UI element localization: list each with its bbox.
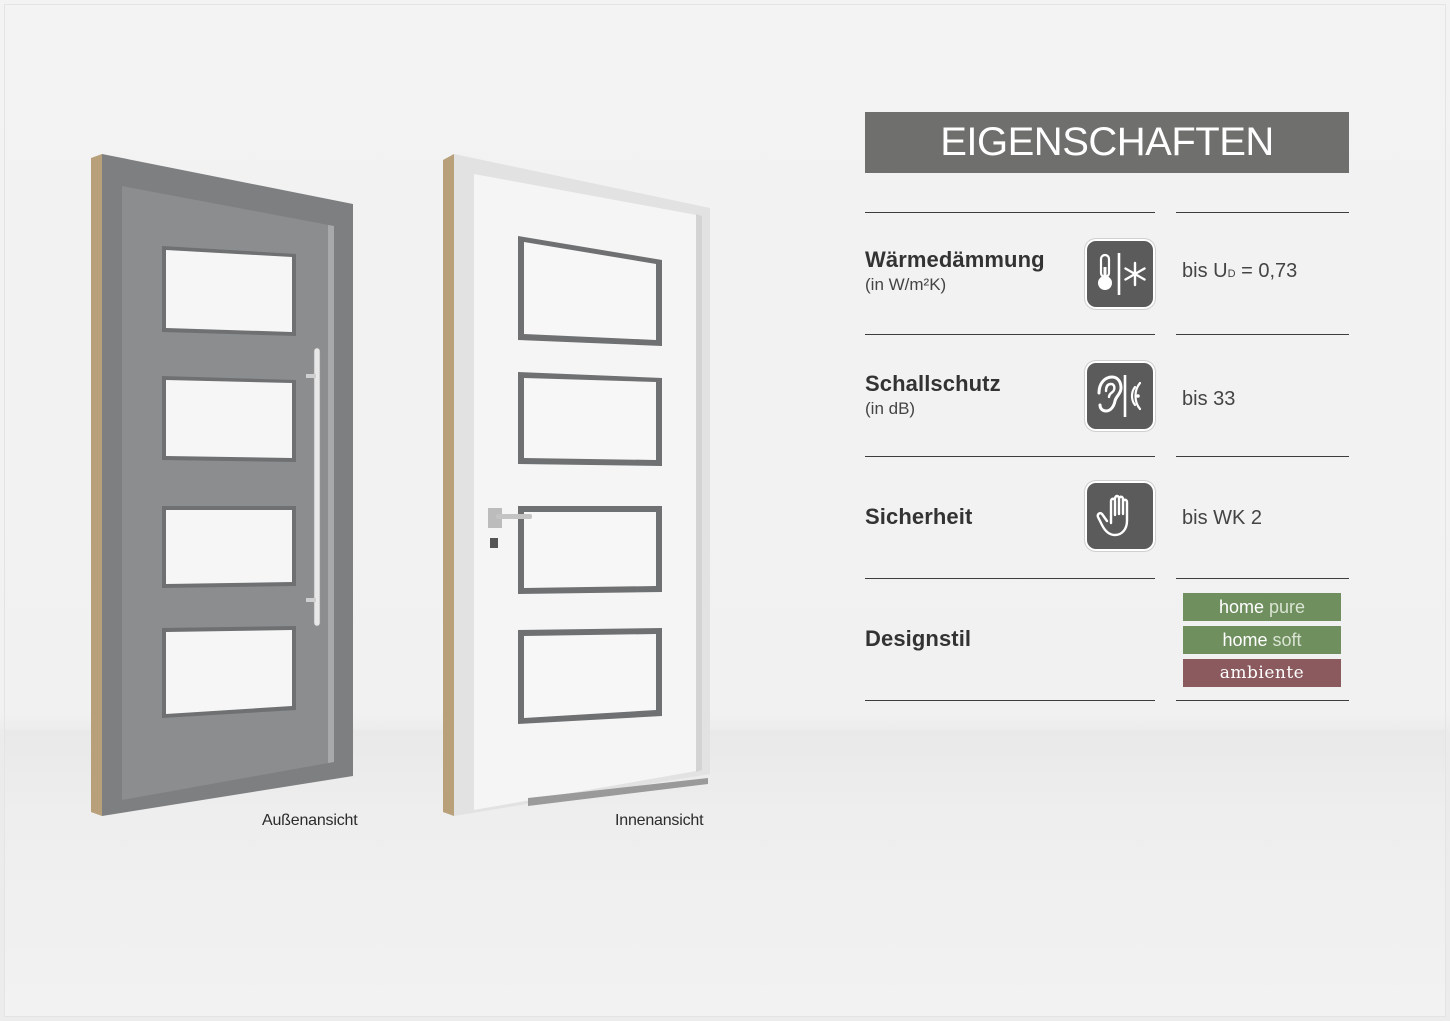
- divider: [1176, 334, 1349, 335]
- divider: [865, 456, 1155, 457]
- design-badge-home-pure: home pure: [1183, 593, 1341, 621]
- badge-main: ambiente: [1219, 663, 1305, 683]
- property-label-sound: Schallschutz: [865, 371, 1001, 396]
- divider: [865, 578, 1155, 579]
- divider: [865, 334, 1155, 335]
- divider: [865, 212, 1155, 213]
- property-value-sound: bis 33: [1182, 388, 1236, 410]
- badge-main: home: [1222, 629, 1268, 650]
- property-label-design: Designstil: [865, 626, 972, 651]
- badge-sub: pure: [1269, 596, 1306, 617]
- design-badge-home-soft: home soft: [1183, 626, 1341, 654]
- properties-header: EIGENSCHAFTEN: [865, 112, 1349, 173]
- door-inside-image: [443, 154, 710, 816]
- badge-sub: soft: [1272, 629, 1302, 650]
- header-title: EIGENSCHAFTEN: [940, 120, 1274, 164]
- property-label-thermal: Wärmedämmung: [865, 247, 1045, 272]
- design-badge-ambiente: ambiente: [1183, 659, 1341, 687]
- divider: [1176, 212, 1349, 213]
- door-outside-caption: Außenansicht: [262, 812, 358, 829]
- door-outside-image: [91, 154, 353, 816]
- divider: [865, 700, 1155, 701]
- property-label-security: Sicherheit: [865, 504, 973, 529]
- thermometer-snowflake-icon: [1087, 241, 1153, 307]
- divider: [1176, 456, 1349, 457]
- property-value-security: bis WK 2: [1182, 507, 1263, 529]
- property-unit-thermal: (in W/m²K): [865, 275, 947, 294]
- divider: [1176, 578, 1349, 579]
- divider: [1176, 700, 1349, 701]
- badge-main: home: [1218, 596, 1264, 617]
- property-value-thermal: bis UD = 0,73: [1182, 260, 1297, 283]
- hand-stop-icon: [1087, 483, 1153, 549]
- value-prefix: bis U: [1182, 260, 1228, 282]
- ear-sound-waves-icon: [1087, 363, 1153, 429]
- door-inside-caption: Innenansicht: [615, 812, 704, 829]
- value-subscript: D: [1227, 268, 1236, 280]
- property-unit-sound: (in dB): [865, 399, 916, 418]
- value-suffix: = 0,73: [1235, 260, 1298, 282]
